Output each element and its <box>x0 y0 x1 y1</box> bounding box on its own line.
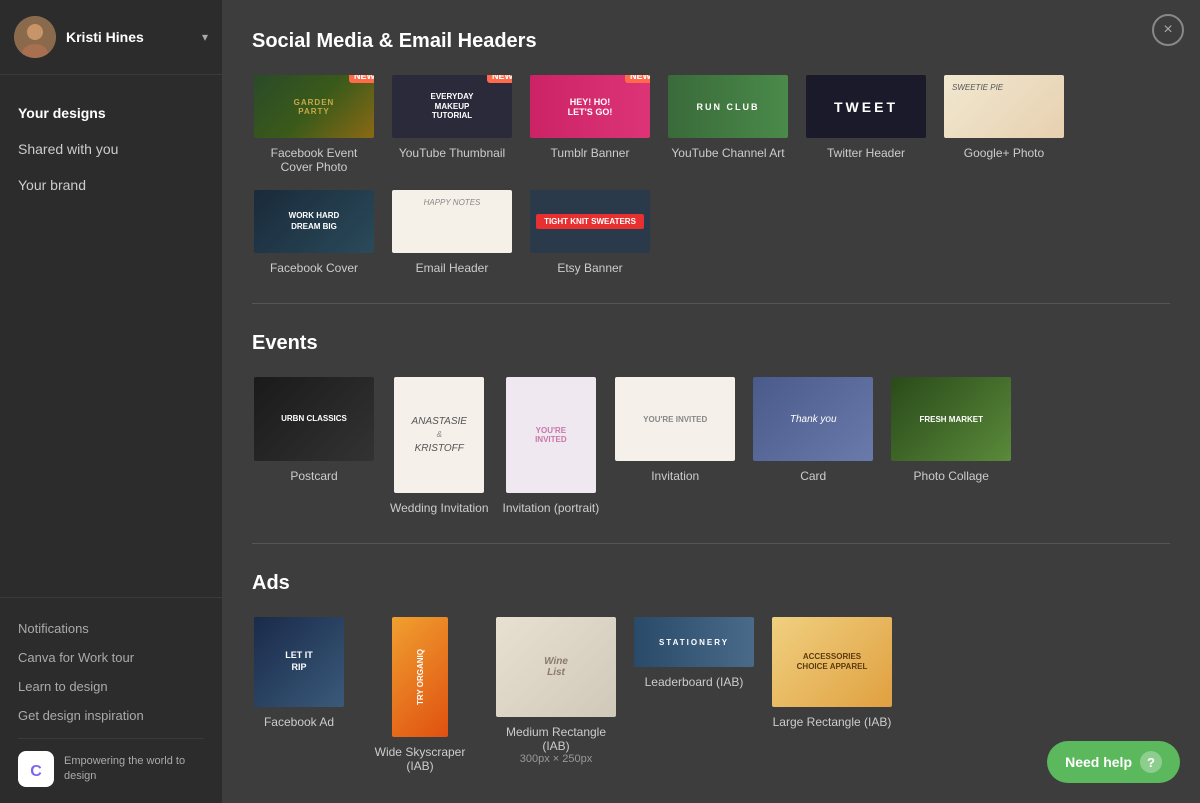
user-name: Kristi Hines <box>66 29 192 45</box>
sidebar-footer: Notifications Canva for Work tour Learn … <box>0 597 222 803</box>
template-twitter[interactable]: TWEET Twitter Header <box>804 73 928 174</box>
divider-events <box>252 303 1170 304</box>
section-title-social: Social Media & Email Headers <box>252 30 1170 53</box>
template-label-fb-event: Facebook Event Cover Photo <box>254 146 374 174</box>
template-label-yt-thumbnail: YouTube Thumbnail <box>399 146 505 160</box>
section-events: Events URBN CLASSICS Postcard ANASTASIE <box>252 332 1170 515</box>
sidebar-item-get-design-inspiration[interactable]: Get design inspiration <box>18 701 204 730</box>
sidebar-item-your-designs[interactable]: Your designs <box>0 95 222 131</box>
template-fb-cover[interactable]: WORK HARDDREAM BIG Facebook Cover <box>252 188 376 275</box>
sidebar-item-your-brand[interactable]: Your brand <box>0 167 222 203</box>
svg-text:C: C <box>30 763 42 780</box>
template-label-google: Google+ Photo <box>964 146 1044 160</box>
template-label-fb-ad: Facebook Ad <box>264 715 334 729</box>
template-wide-skyscraper[interactable]: TRY ORGANIQ Wide Skyscraper (IAB) <box>360 615 480 773</box>
twitter-thumb-text: TWEET <box>834 99 898 115</box>
template-fb-ad[interactable]: LET ITRIP Facebook Ad <box>252 615 346 773</box>
need-help-button[interactable]: Need help ? <box>1047 741 1180 783</box>
template-label-postcard: Postcard <box>290 469 337 483</box>
template-label-email: Email Header <box>416 261 489 275</box>
divider-ads <box>252 543 1170 544</box>
template-label-invitation-portrait: Invitation (portrait) <box>503 501 600 515</box>
need-help-label: Need help <box>1065 754 1132 770</box>
template-fb-event[interactable]: NEW GARDEN PARTY Facebook Event Cover Ph… <box>252 73 376 174</box>
main-content: × Social Media & Email Headers NEW GARDE… <box>222 0 1200 803</box>
template-google[interactable]: SWEETIE PIE Google+ Photo <box>942 73 1066 174</box>
template-label-twitter: Twitter Header <box>827 146 905 160</box>
sidebar-item-canva-for-work-tour[interactable]: Canva for Work tour <box>18 643 204 672</box>
template-yt-thumbnail[interactable]: NEW EVERYDAYMAKEUPTUTORIAL YouTube Thumb… <box>390 73 514 174</box>
social-media-grid: NEW GARDEN PARTY Facebook Event Cover Ph… <box>252 73 1170 275</box>
template-label-wedding: Wedding Invitation <box>390 501 489 515</box>
template-label-etsy: Etsy Banner <box>557 261 622 275</box>
template-label-large-rect: Large Rectangle (IAB) <box>773 715 892 729</box>
template-card[interactable]: Thank you Card <box>751 375 875 515</box>
sidebar-item-notifications[interactable]: Notifications <box>18 614 204 643</box>
template-large-rect[interactable]: ACCESSORIESCHOICE APPAREL Large Rectangl… <box>770 615 894 773</box>
template-photo-collage[interactable]: FRESH MARKET Photo Collage <box>889 375 1013 515</box>
close-button[interactable]: × <box>1152 14 1184 46</box>
template-label-photo-collage: Photo Collage <box>914 469 989 483</box>
template-tumblr[interactable]: NEW HEY! HO!LET'S GO! Tumblr Banner <box>528 73 652 174</box>
canva-branding: C Empowering the world to design <box>18 738 204 787</box>
template-invitation-portrait[interactable]: YOU'REINVITED Invitation (portrait) <box>503 375 600 515</box>
canva-logo: C <box>18 751 54 787</box>
ads-grid: LET ITRIP Facebook Ad TRY ORGANIQ Wide S… <box>252 615 1170 773</box>
template-label-fb-cover: Facebook Cover <box>270 261 358 275</box>
section-ads: Ads LET ITRIP Facebook Ad TRY ORGANIQ <box>252 572 1170 773</box>
template-label-medium-rect: Medium Rectangle (IAB) <box>496 725 616 753</box>
template-label-wide-skyscraper: Wide Skyscraper (IAB) <box>360 745 480 773</box>
section-title-ads: Ads <box>252 572 1170 595</box>
section-title-events: Events <box>252 332 1170 355</box>
sidebar-item-shared-with-you[interactable]: Shared with you <box>0 131 222 167</box>
section-social-media: Social Media & Email Headers NEW GARDEN … <box>252 30 1170 275</box>
sidebar-header: Kristi Hines ▾ <box>0 0 222 75</box>
template-email[interactable]: HAPPY NOTES Email Header <box>390 188 514 275</box>
template-postcard[interactable]: URBN CLASSICS Postcard <box>252 375 376 515</box>
template-label-yt-channel: YouTube Channel Art <box>671 146 784 160</box>
template-invitation[interactable]: YOU'RE INVITED Invitation <box>613 375 737 515</box>
chevron-down-icon[interactable]: ▾ <box>202 30 208 44</box>
template-etsy[interactable]: TIGHT KNIT SWEATERS Etsy Banner <box>528 188 652 275</box>
canva-tagline: Empowering the world to design <box>64 754 204 785</box>
template-label-card: Card <box>800 469 826 483</box>
events-grid: URBN CLASSICS Postcard ANASTASIE & KRIST… <box>252 375 1170 515</box>
badge-new-fb-event: NEW <box>349 73 376 83</box>
template-wedding[interactable]: ANASTASIE & KRISTOFF Wedding Invitation <box>390 375 489 515</box>
avatar <box>14 16 56 58</box>
template-label-leaderboard: Leaderboard (IAB) <box>645 675 744 689</box>
template-label-tumblr: Tumblr Banner <box>551 146 630 160</box>
template-leaderboard[interactable]: STATIONERY Leaderboard (IAB) <box>632 615 756 773</box>
template-label-invitation: Invitation <box>651 469 699 483</box>
template-sublabel-medium-rect: 300px × 250px <box>520 753 592 765</box>
help-icon: ? <box>1140 751 1162 773</box>
sidebar-nav: Your designs Shared with you Your brand <box>0 75 222 597</box>
sidebar-item-learn-to-design[interactable]: Learn to design <box>18 672 204 701</box>
template-medium-rect[interactable]: WineList Medium Rectangle (IAB) 300px × … <box>494 615 618 773</box>
template-yt-channel[interactable]: RUN CLUB YouTube Channel Art <box>666 73 790 174</box>
sidebar: Kristi Hines ▾ Your designs Shared with … <box>0 0 222 803</box>
badge-new-tumblr: NEW <box>625 73 652 83</box>
badge-new-yt-thumb: NEW <box>487 73 514 83</box>
